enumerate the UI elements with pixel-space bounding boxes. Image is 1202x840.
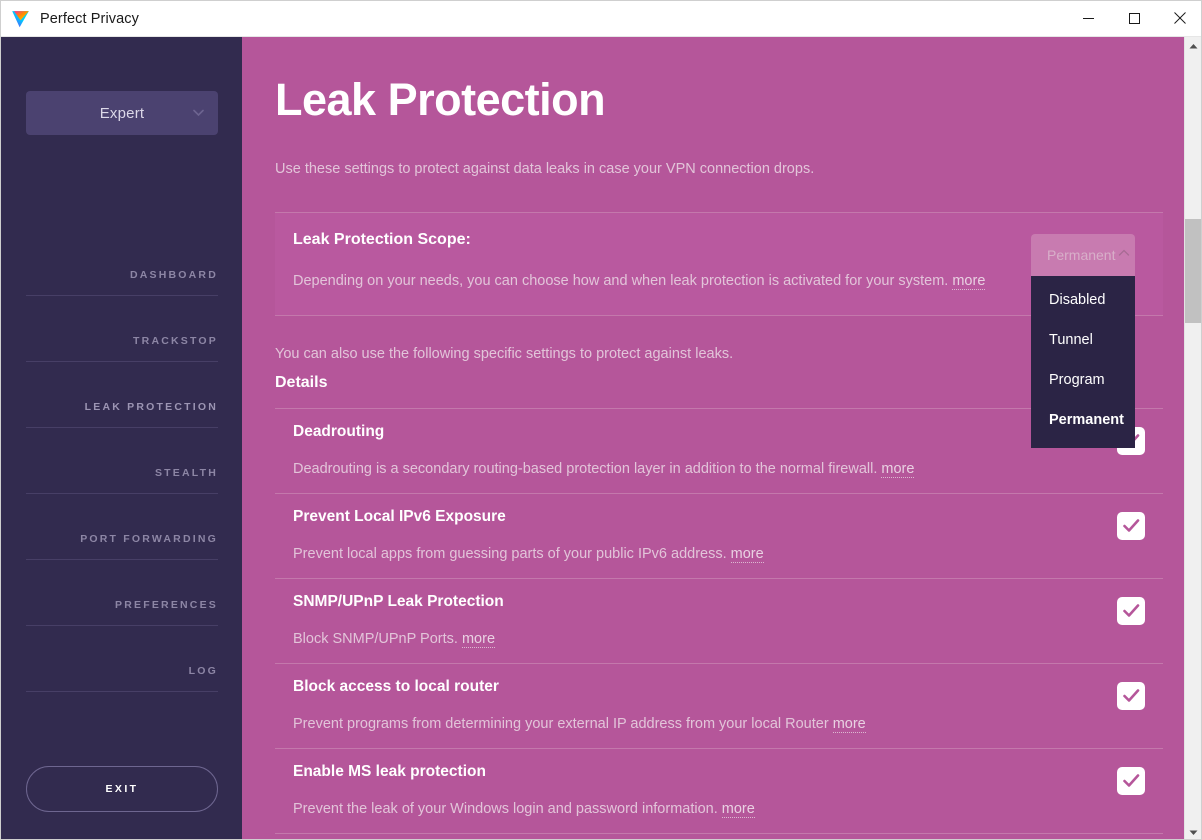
exit-button-label: EXIT	[105, 783, 139, 795]
setting-description: Prevent the leak of your Windows login a…	[293, 801, 1093, 819]
sidebar-item-trackstop[interactable]: TRACKSTOP	[26, 296, 218, 362]
dropdown-option-label: Disabled	[1049, 292, 1106, 308]
setting-row-enable-ms-leak-protection: Enable MS leak protection Prevent the le…	[275, 748, 1163, 835]
setting-description-text: Deadrouting is a secondary routing-based…	[293, 461, 878, 478]
sidebar-item-label: DASHBOARD	[129, 269, 218, 281]
more-link[interactable]: more	[832, 716, 866, 734]
checkmark-icon	[1122, 774, 1139, 788]
setting-row-prevent-local-ipv6-exposure: Prevent Local IPv6 Exposure Prevent loca…	[275, 493, 1163, 578]
dropdown-option-label: Program	[1049, 372, 1105, 388]
sidebar-item-label: STEALTH	[154, 467, 218, 479]
scope-dropdown-list: Disabled Tunnel Program Permanent	[1031, 276, 1135, 448]
minimize-icon	[1082, 17, 1094, 19]
setting-checkbox[interactable]	[1117, 682, 1145, 711]
setting-description-text: Prevent local apps from guessing parts o…	[293, 546, 727, 563]
sidebar-item-stealth[interactable]: STEALTH	[26, 428, 218, 494]
more-link[interactable]: more	[952, 273, 986, 290]
setting-checkbox[interactable]	[1117, 512, 1145, 541]
sidebar-item-label: LEAK PROTECTION	[84, 401, 218, 413]
scope-dropdown-value: Permanent	[1047, 247, 1116, 263]
page-subtitle: Use these settings to protect against da…	[275, 161, 815, 177]
settings-list: Deadrouting Deadrouting is a secondary r…	[275, 408, 1163, 835]
more-link[interactable]: more	[721, 801, 755, 819]
window-title: Perfect Privacy	[40, 10, 139, 27]
setting-description-text: Prevent the leak of your Windows login a…	[293, 801, 718, 818]
setting-checkbox[interactable]	[1117, 597, 1145, 626]
chevron-up-icon	[1118, 249, 1130, 256]
sidebar: Expert DASHBOARD TRACKSTOP LEAK PROTECTI…	[1, 37, 242, 839]
setting-description: Block SNMP/UPnP Ports. more	[293, 631, 1093, 649]
body-area: Expert DASHBOARD TRACKSTOP LEAK PROTECTI…	[1, 37, 1201, 839]
page-title: Leak Protection	[275, 74, 606, 125]
scrollbar-thumb[interactable]	[1185, 219, 1201, 323]
setting-name: Prevent Local IPv6 Exposure	[293, 508, 506, 526]
scope-card-description: Depending on your needs, you can choose …	[293, 270, 993, 293]
setting-row-block-access-to-local-router: Block access to local router Prevent pro…	[275, 663, 1163, 748]
scope-dropdown: Permanent Disabled Tunnel Program Perman…	[1031, 234, 1135, 448]
window-controls	[1065, 1, 1201, 37]
application-window: Perfect Privacy Expert DASHBOARD TRACKST…	[0, 0, 1202, 840]
dropdown-option-program[interactable]: Program	[1031, 360, 1135, 400]
sidebar-item-label: TRACKSTOP	[133, 335, 218, 347]
scope-dropdown-toggle[interactable]: Permanent	[1031, 234, 1135, 276]
sidebar-item-label: PREFERENCES	[115, 599, 218, 611]
scroll-down-button[interactable]	[1185, 824, 1201, 839]
perfect-privacy-logo-icon	[12, 11, 29, 28]
checkmark-icon	[1122, 519, 1139, 533]
setting-row-snmp-upnp-leak-protection: SNMP/UPnP Leak Protection Block SNMP/UPn…	[275, 578, 1163, 663]
scope-card-description-text: Depending on your needs, you can choose …	[293, 273, 949, 289]
leak-protection-scope-card: Leak Protection Scope: Depending on your…	[275, 212, 1163, 317]
setting-name: SNMP/UPnP Leak Protection	[293, 593, 504, 611]
maximize-icon	[1128, 12, 1140, 24]
mode-selector[interactable]: Expert	[26, 91, 218, 135]
setting-description: Prevent local apps from guessing parts o…	[293, 546, 1093, 564]
sidebar-item-preferences[interactable]: PREFERENCES	[26, 560, 218, 626]
setting-row-deadrouting: Deadrouting Deadrouting is a secondary r…	[275, 408, 1163, 493]
checkmark-icon	[1122, 689, 1139, 703]
setting-description-text: Prevent programs from determining your e…	[293, 716, 829, 733]
exit-button[interactable]: EXIT	[26, 766, 218, 812]
more-link[interactable]: more	[730, 546, 764, 564]
setting-name: Block access to local router	[293, 678, 499, 696]
dropdown-option-label: Permanent	[1049, 412, 1124, 428]
chevron-down-icon	[193, 109, 204, 117]
scroll-up-button[interactable]	[1185, 37, 1201, 54]
checkmark-icon	[1122, 604, 1139, 618]
setting-name: Enable MS leak protection	[293, 763, 486, 781]
dropdown-option-label: Tunnel	[1049, 332, 1093, 348]
vertical-scrollbar[interactable]	[1184, 37, 1201, 839]
close-icon	[1174, 12, 1186, 24]
scope-card-title: Leak Protection Scope:	[293, 231, 471, 248]
setting-checkbox[interactable]	[1117, 767, 1145, 796]
scroll-down-arrow-icon	[1189, 830, 1198, 835]
dropdown-option-permanent[interactable]: Permanent	[1031, 400, 1135, 440]
sidebar-item-log[interactable]: LOG	[26, 626, 218, 692]
dropdown-option-disabled[interactable]: Disabled	[1031, 280, 1135, 320]
setting-name: Deadrouting	[293, 423, 385, 441]
setting-description-text: Block SNMP/UPnP Ports.	[293, 631, 458, 648]
mode-selector-value: Expert	[99, 104, 145, 122]
setting-description: Prevent programs from determining your e…	[293, 716, 1093, 734]
scroll-up-arrow-icon	[1189, 43, 1198, 48]
sidebar-item-port-forwarding[interactable]: PORT FORWARDING	[26, 494, 218, 560]
more-link[interactable]: more	[881, 461, 915, 479]
setting-description: Deadrouting is a secondary routing-based…	[293, 461, 1093, 479]
sidebar-item-label: LOG	[188, 665, 218, 677]
sidebar-item-dashboard[interactable]: DASHBOARD	[26, 230, 218, 296]
sidebar-item-label: PORT FORWARDING	[80, 533, 218, 545]
minimize-button[interactable]	[1065, 1, 1111, 36]
close-button[interactable]	[1157, 1, 1201, 36]
maximize-button[interactable]	[1111, 1, 1157, 36]
dropdown-option-tunnel[interactable]: Tunnel	[1031, 320, 1135, 360]
title-bar: Perfect Privacy	[1, 1, 1201, 37]
sidebar-nav: DASHBOARD TRACKSTOP LEAK PROTECTION STEA…	[26, 230, 218, 692]
sidebar-item-leak-protection[interactable]: LEAK PROTECTION	[26, 362, 218, 428]
more-link[interactable]: more	[461, 631, 496, 649]
